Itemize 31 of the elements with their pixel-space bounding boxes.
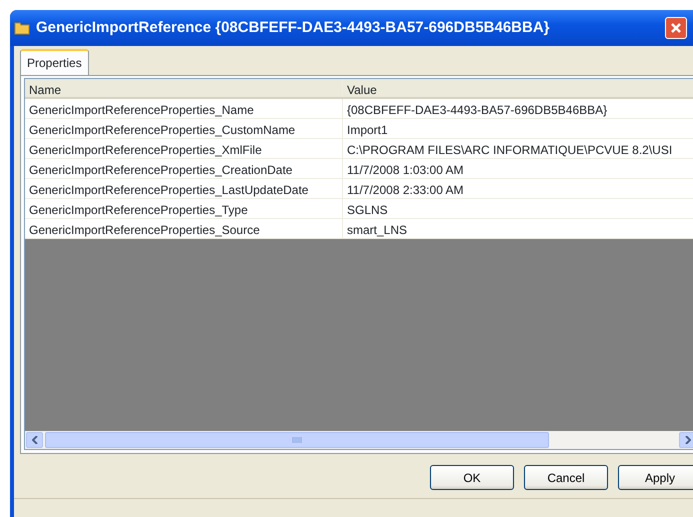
close-icon [670, 22, 682, 34]
apply-button[interactable]: Apply [618, 465, 693, 490]
horizontal-scrollbar[interactable] [25, 431, 693, 449]
scroll-thumb[interactable] [45, 432, 549, 448]
property-name: GenericImportReferenceProperties_XmlFile [25, 139, 343, 158]
column-header[interactable]: Name [25, 79, 343, 97]
chevron-left-icon [32, 436, 38, 444]
close-button[interactable] [665, 17, 687, 39]
property-name: GenericImportReferenceProperties_CreationDate [25, 159, 343, 178]
chevron-right-icon [684, 436, 690, 444]
property-name: GenericImportReferenceProperties_Name [25, 99, 343, 118]
column-header[interactable]: Value [343, 79, 693, 97]
property-value: 11/7/2008 1:03:00 AM [346, 162, 465, 178]
property-name: GenericImportReferenceProperties_CustomName [25, 119, 343, 138]
property-value: Import1 [346, 122, 389, 138]
property-value: SGLNS [346, 202, 389, 218]
property-value: smart_LNS [346, 222, 408, 238]
cancel-button[interactable]: Cancel [524, 465, 608, 490]
folder-icon [14, 21, 30, 35]
property-value: 11/7/2008 2:33:00 AM [346, 182, 465, 198]
property-value: {08CBFEFF-DAE3-4493-BA57-696DB5B46BBA} [346, 102, 608, 118]
ok-button[interactable]: OK [430, 465, 514, 490]
property-name: GenericImportReferenceProperties_LastUpdateDate [25, 179, 343, 198]
scroll-left-button[interactable] [26, 432, 43, 448]
property-value: C:\PROGRAM FILES\ARC INFORMATIQUE\PCVUE 8.2\USI [346, 142, 674, 158]
tab[interactable]: Properties [20, 49, 89, 75]
grip-icon [292, 437, 302, 443]
property-name: GenericImportReferenceProperties_Source [25, 219, 343, 238]
window-title: GenericImportReference {08CBFEFF-DAE3-4493-BA57-696DB5B46BBA} [36, 18, 550, 38]
scroll-right-button[interactable] [679, 432, 693, 448]
property-name: GenericImportReferenceProperties_Type [25, 199, 343, 218]
